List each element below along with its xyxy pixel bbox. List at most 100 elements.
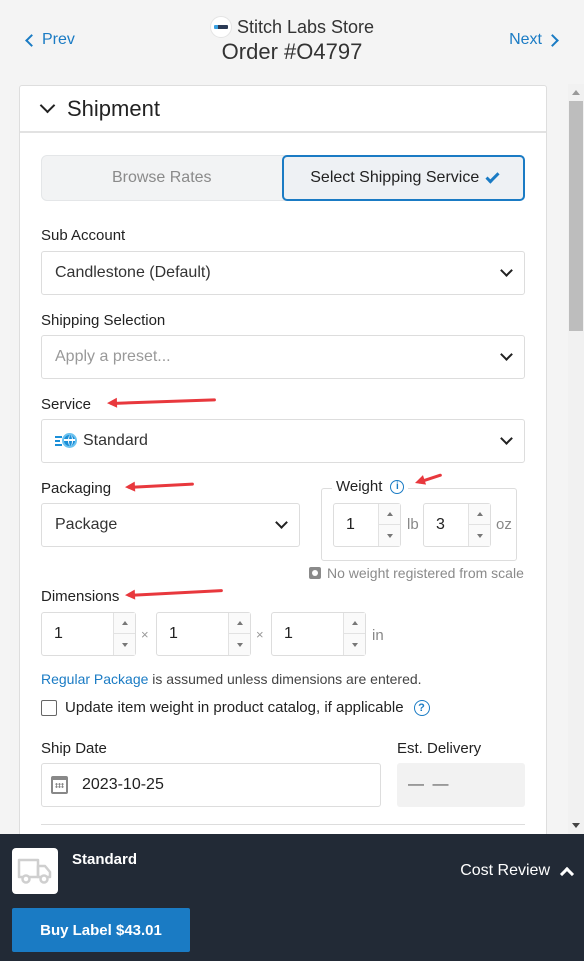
cost-review-label: Cost Review [460, 862, 550, 879]
increment-button[interactable] [229, 613, 250, 634]
caret-up-icon [351, 621, 358, 625]
cost-review-toggle[interactable]: Cost Review [460, 862, 575, 881]
oz-unit: oz [496, 516, 512, 533]
order-title: Order #O4797 [221, 39, 363, 64]
weight-lb-value: 1 [346, 516, 355, 533]
weight-label: Weight [336, 478, 383, 495]
tab-select-shipping-service[interactable]: Select Shipping Service [281, 155, 525, 201]
shipment-panel: Shipment Browse Rates Select Shipping Se… [19, 85, 547, 845]
chevron-right-icon [546, 33, 559, 47]
shipment-panel-toggle[interactable]: Shipment [20, 86, 546, 133]
carrier-logo [12, 848, 58, 894]
service-select[interactable]: Standard [41, 419, 525, 463]
shipping-selection-label: Shipping Selection [41, 312, 166, 329]
caret-down-icon [351, 642, 358, 647]
dimensions-label: Dimensions [41, 588, 120, 605]
next-label: Next [509, 31, 542, 48]
dimension-height-input[interactable]: 1 [271, 612, 366, 656]
weight-oz-input[interactable]: 3 [423, 503, 491, 547]
increment-button[interactable] [114, 613, 135, 634]
chevron-down-icon [500, 432, 513, 445]
decrement-button[interactable] [114, 634, 135, 655]
increment-button[interactable] [469, 504, 490, 525]
global-shipping-icon [55, 433, 77, 449]
caret-up-icon [236, 621, 243, 625]
regular-package-link[interactable]: Regular Package [41, 671, 148, 687]
packaging-value: Package [55, 516, 118, 533]
service-value: Standard [83, 432, 148, 449]
scroll-down-arrow-icon[interactable] [572, 823, 580, 828]
weight-lb-input[interactable]: 1 [333, 503, 401, 547]
tab-browse-rates[interactable]: Browse Rates [42, 156, 282, 200]
ship-date-input[interactable]: 2023-10-25 [41, 763, 381, 807]
weight-oz-value: 3 [436, 516, 445, 533]
caret-down-icon [476, 533, 483, 538]
est-delivery-label: Est. Delivery [397, 740, 482, 757]
store-logo-icon [209, 16, 232, 38]
decrement-button[interactable] [469, 525, 490, 546]
store-name: Stitch Labs Store [236, 16, 375, 37]
chevron-down-icon [500, 264, 513, 277]
service-label: Service [41, 396, 92, 413]
package-assumption-note: Regular Package is assumed unless dimens… [41, 671, 422, 687]
section-divider [41, 824, 525, 825]
chevron-down-icon [39, 97, 56, 114]
packaging-select[interactable]: Package [41, 503, 300, 547]
update-weight-checkbox[interactable] [41, 699, 57, 716]
scrollbar-thumb[interactable] [569, 101, 583, 331]
chevron-down-icon [275, 516, 288, 529]
height-value: 1 [284, 625, 293, 642]
tab-label: Browse Rates [111, 169, 212, 186]
scale-note-text: No weight registered from scale [327, 565, 524, 581]
decrement-button[interactable] [344, 634, 365, 655]
ship-date-label: Ship Date [41, 740, 107, 757]
assumption-text: is assumed unless dimensions are entered… [148, 671, 422, 687]
scrollbar[interactable] [568, 84, 584, 834]
tab-label: Select Shipping Service [310, 169, 480, 186]
dimension-unit: in [372, 627, 384, 644]
update-weight-option: Update item weight in product catalog, i… [41, 699, 430, 716]
caret-up-icon [476, 512, 483, 516]
preset-placeholder: Apply a preset... [55, 348, 171, 365]
title-block: Stitch Labs Store Order #O4797 [0, 16, 584, 65]
increment-button[interactable] [379, 504, 400, 525]
increment-button[interactable] [344, 613, 365, 634]
est-delivery-value: — — [397, 763, 525, 807]
caret-down-icon [386, 533, 393, 538]
scroll-up-arrow-icon[interactable] [572, 90, 580, 95]
length-value: 1 [54, 625, 63, 642]
times-separator: × [141, 627, 149, 642]
info-icon[interactable]: i [390, 479, 405, 494]
scale-icon [309, 567, 321, 579]
order-header: Prev Stitch Labs Store Order #O4797 Next [0, 0, 584, 84]
buy-label-button[interactable]: Buy Label $43.01 [12, 908, 190, 952]
shipping-preset-select[interactable]: Apply a preset... [41, 335, 525, 379]
caret-up-icon [386, 512, 393, 516]
checkmark-icon [485, 168, 500, 184]
dimension-length-input[interactable]: 1 [41, 612, 136, 656]
caret-down-icon [236, 642, 243, 647]
times-separator: × [256, 627, 264, 642]
sub-account-label: Sub Account [41, 227, 126, 244]
update-weight-label[interactable]: Update item weight in product catalog, i… [65, 699, 404, 716]
decrement-button[interactable] [379, 525, 400, 546]
caret-down-icon [121, 642, 128, 647]
caret-up-icon [121, 621, 128, 625]
lb-unit: lb [407, 516, 419, 533]
selected-service-name: Standard [72, 851, 138, 868]
scale-status: No weight registered from scale [309, 565, 524, 581]
help-icon[interactable]: ? [413, 699, 430, 716]
sub-account-select[interactable]: Candlestone (Default) [41, 251, 525, 295]
width-value: 1 [169, 625, 178, 642]
next-order-link[interactable]: Next [509, 31, 560, 49]
ship-date-value: 2023-10-25 [82, 776, 164, 793]
sub-account-value: Candlestone (Default) [55, 264, 211, 281]
decrement-button[interactable] [229, 634, 250, 655]
truck-icon [17, 858, 52, 884]
label-footer: Standard Cost Review Buy Label $43.01 [0, 834, 584, 961]
weight-legend: Weight i [332, 478, 409, 495]
dimension-width-input[interactable]: 1 [156, 612, 251, 656]
rate-mode-toggle: Browse Rates Select Shipping Service [41, 155, 525, 201]
chevron-down-icon [500, 348, 513, 361]
panel-title: Shipment [67, 95, 160, 121]
